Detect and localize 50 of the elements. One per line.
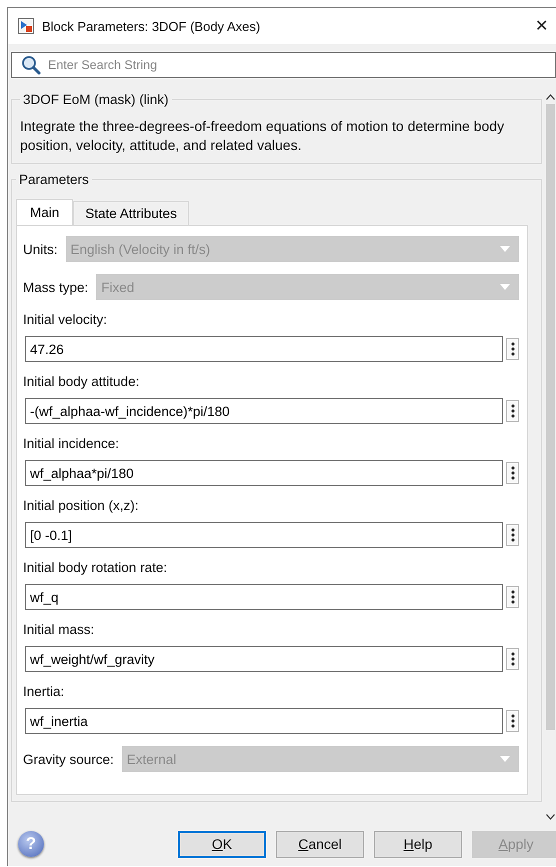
more-button[interactable] [506, 338, 519, 360]
field-label: Initial body rotation rate: [23, 560, 168, 575]
input-field[interactable]: wf_q [25, 584, 503, 610]
search-field[interactable]: Enter Search String [11, 52, 556, 78]
window-title: Block Parameters: 3DOF (Body Axes) [42, 18, 260, 34]
more-button[interactable] [506, 648, 519, 670]
description-text: Integrate the three-degrees-of-freedom equations of motion to determine body position, velocity, attitude, and related values. [20, 117, 506, 155]
more-icon [510, 528, 514, 542]
field-label: Initial incidence: [23, 436, 120, 451]
scrollbar[interactable] [545, 92, 556, 822]
dialog-button[interactable]: Help [374, 830, 462, 858]
field-label: Units: [23, 242, 58, 256]
input-field[interactable]: -(wf_alphaa-wf_incidence)*pi/180 [25, 398, 503, 424]
input-field[interactable]: wf_inertia [25, 708, 503, 734]
more-button[interactable] [506, 586, 519, 608]
caret-icon [500, 284, 510, 290]
more-icon [510, 590, 514, 604]
dialog-button[interactable]: Cancel [276, 830, 364, 858]
field-label: Initial body attitude: [23, 374, 140, 389]
more-button[interactable] [506, 524, 519, 546]
more-button[interactable] [506, 400, 519, 422]
field-label: Inertia: [23, 684, 66, 699]
scroll-thumb[interactable] [546, 104, 555, 730]
dialog-button[interactable]: OK [178, 830, 266, 858]
more-button[interactable] [506, 710, 519, 732]
input-field[interactable]: wf_alphaa*pi/180 [25, 460, 503, 486]
more-icon [510, 714, 514, 728]
group-title: Parameters [18, 172, 90, 187]
tab[interactable]: State Attributes [73, 201, 189, 225]
field-label: Initial velocity: [23, 312, 108, 327]
field-label: Initial mass: [23, 622, 96, 637]
tab[interactable]: Main [16, 199, 74, 225]
more-icon [510, 466, 514, 480]
field-label: Gravity source: [23, 752, 114, 766]
block-icon [18, 18, 34, 34]
scroll-down-icon [546, 814, 555, 820]
input-field[interactable]: [0 -0.1] [25, 522, 503, 548]
scroll-up-icon [546, 94, 555, 100]
more-icon [510, 652, 514, 666]
caret-icon [500, 756, 510, 762]
group-title: 3DOF EoM (mask) (link) [22, 92, 170, 107]
close-button[interactable]: ✕ [527, 16, 556, 36]
input-field[interactable]: 47.26 [25, 336, 503, 362]
caret-icon [500, 246, 510, 252]
field-label: Mass type: [23, 280, 88, 294]
more-button[interactable] [506, 462, 519, 484]
more-icon [510, 342, 514, 356]
field-label: Initial position (x,z): [23, 498, 140, 513]
more-icon [510, 404, 514, 418]
input-field[interactable]: wf_weight/wf_gravity [25, 646, 503, 672]
